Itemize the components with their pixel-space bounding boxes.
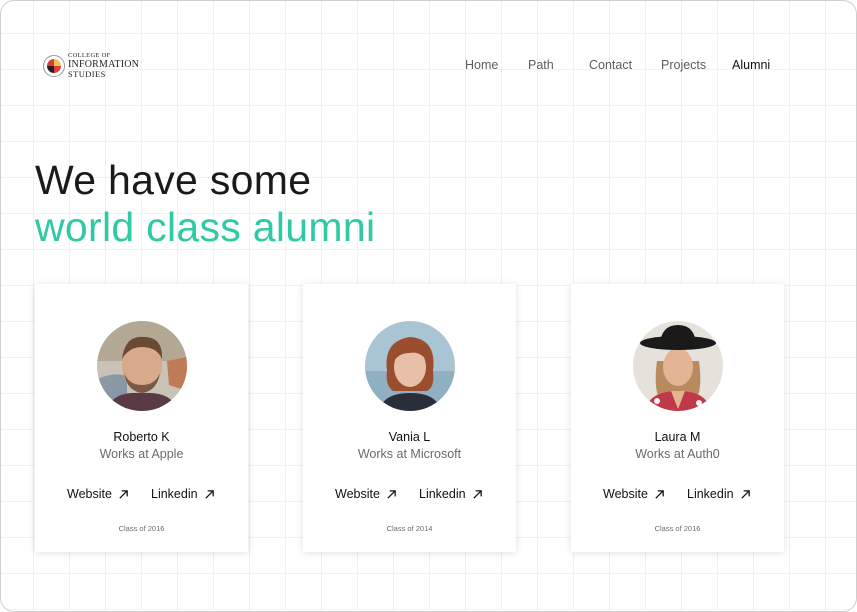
page-frame: COLLEGE OF INFORMATION STUDIES Home Path… <box>0 0 857 612</box>
website-link[interactable]: Website <box>335 487 397 501</box>
avatar <box>365 321 455 411</box>
linkedin-link[interactable]: Linkedin <box>419 487 483 501</box>
arrow-up-right-icon <box>655 489 664 499</box>
linkedin-link[interactable]: Linkedin <box>687 487 751 501</box>
nav-item-path[interactable]: Path <box>528 58 554 72</box>
linkedin-link-label: Linkedin <box>687 487 734 501</box>
website-link[interactable]: Website <box>603 487 665 501</box>
arrow-up-right-icon <box>472 489 482 499</box>
alumni-card: Roberto K Works at Apple Website Linkedi… <box>35 284 248 552</box>
hero-heading: We have some world class alumni <box>35 157 375 251</box>
hero-line-1: We have some <box>35 157 312 203</box>
arrow-up-right-icon <box>740 489 750 499</box>
alumni-card: Laura M Works at Auth0 Website Linkedin … <box>571 284 784 552</box>
alumni-name: Roberto K <box>113 430 170 444</box>
alumni-role: Works at Apple <box>99 447 184 461</box>
linkedin-link[interactable]: Linkedin <box>151 487 215 501</box>
class-year: Class of 2014 <box>386 524 433 533</box>
alumni-card: Vania L Works at Microsoft Website Linke… <box>303 284 516 552</box>
class-year: Class of 2016 <box>118 524 165 533</box>
nav-item-home[interactable]: Home <box>465 58 498 72</box>
website-link-label: Website <box>67 487 112 501</box>
arrow-up-right-icon <box>387 489 396 499</box>
alumni-role: Works at Auth0 <box>635 447 720 461</box>
hero-line-2: world class alumni <box>35 204 376 250</box>
avatar <box>97 321 187 411</box>
arrow-up-right-icon <box>204 489 214 499</box>
nav-item-contact[interactable]: Contact <box>589 58 632 72</box>
linkedin-link-label: Linkedin <box>151 487 198 501</box>
website-link-label: Website <box>603 487 648 501</box>
class-year: Class of 2016 <box>654 524 701 533</box>
alumni-name: Laura M <box>654 430 701 444</box>
avatar <box>633 321 723 411</box>
alumni-name: Vania L <box>388 430 431 444</box>
linkedin-link-label: Linkedin <box>419 487 466 501</box>
arrow-up-right-icon <box>119 489 128 499</box>
alumni-role: Works at Microsoft <box>357 447 462 461</box>
website-link-label: Website <box>335 487 380 501</box>
nav-item-alumni[interactable]: Alumni <box>732 58 770 72</box>
website-link[interactable]: Website <box>67 487 129 501</box>
main-navigation: Home Path Contact Projects Alumni <box>1 58 856 74</box>
nav-item-projects[interactable]: Projects <box>661 58 706 72</box>
